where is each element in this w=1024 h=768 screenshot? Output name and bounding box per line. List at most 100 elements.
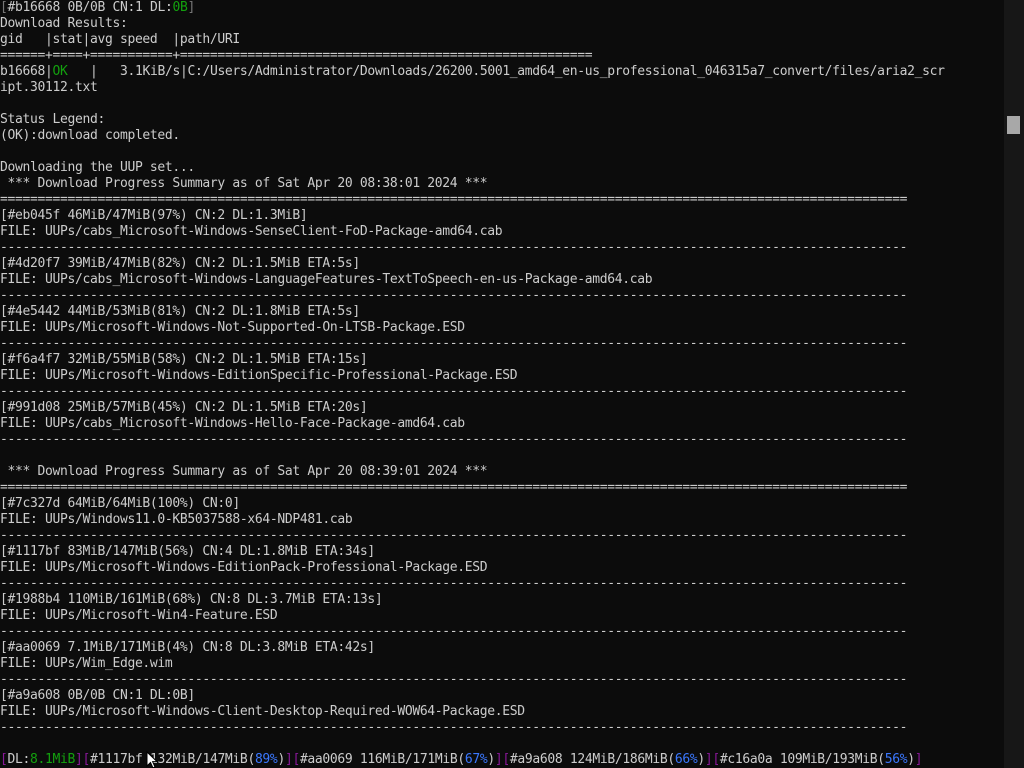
job-progress: 116MiB/171MiB	[359, 752, 458, 767]
summary-single-rule: ----------------------------------------…	[0, 432, 1004, 448]
progress-header-line: [#b16668 0B/0B CN:1 DL:0B]	[0, 0, 1004, 16]
single-rule: ----------------------------------------…	[0, 384, 908, 399]
text-segment: (	[457, 752, 465, 767]
download-item-status: [#eb045f 46MiB/47MiB(97%) CN:2 DL:1.3MiB…	[0, 208, 1004, 224]
summary-single-rule: ----------------------------------------…	[0, 672, 1004, 688]
summary-double-rule: ========================================…	[0, 480, 1004, 496]
connections: CN:1	[112, 0, 143, 15]
legend-ok-text: (OK):download completed.	[0, 128, 180, 143]
bracket-open: [	[82, 752, 90, 767]
status-dl-value: 8.1MiB	[30, 752, 75, 767]
text-segment	[352, 752, 360, 767]
item-file: FILE: UUPs/Microsoft-Windows-EditionSpec…	[0, 368, 518, 383]
single-rule: ----------------------------------------…	[0, 288, 908, 303]
download-item-status: [#1988b4 110MiB/161MiB(68%) CN:8 DL:3.7M…	[0, 592, 1004, 608]
summary-single-rule: ----------------------------------------…	[0, 240, 1004, 256]
download-item-file: FILE: UUPs/cabs_Microsoft-Windows-Hello-…	[0, 416, 1004, 432]
scrollbar-thumb[interactable]	[1007, 116, 1020, 134]
item-status: [#991d08 25MiB/57MiB(45%) CN:2 DL:1.5MiB…	[0, 400, 368, 415]
summary-double-rule: ========================================…	[0, 192, 1004, 208]
separator-text: ======+====+===========+================…	[0, 48, 593, 63]
bracket-close: ]	[914, 752, 923, 767]
vertical-scrollbar[interactable]	[1004, 0, 1024, 768]
bracket-open: [	[712, 752, 720, 767]
job-progress: 132MiB/147MiB	[149, 752, 248, 767]
single-rule: ----------------------------------------…	[0, 336, 908, 351]
text-segment: )	[487, 752, 495, 767]
text-segment: (	[667, 752, 675, 767]
download-item-status: [#f6a4f7 32MiB/55MiB(58%) CN:2 DL:1.5MiB…	[0, 352, 1004, 368]
item-status: [#4d20f7 39MiB/47MiB(82%) CN:2 DL:1.5MiB…	[0, 256, 360, 271]
item-file: FILE: UUPs/Wim_Edge.wim	[0, 656, 173, 671]
results-row-wrap: ipt.30112.txt	[0, 80, 1004, 96]
results-columns-text: gid |stat|avg speed |path/URI	[0, 32, 240, 47]
bracket-close: ]	[187, 0, 195, 15]
item-status: [#aa0069 7.1MiB/171MiB(4%) CN:8 DL:3.8Mi…	[0, 640, 375, 655]
download-item-file: FILE: UUPs/Microsoft-Win4-Feature.ESD	[0, 608, 1004, 624]
item-file: FILE: UUPs/cabs_Microsoft-Windows-SenseC…	[0, 224, 503, 239]
download-item-status: [#991d08 25MiB/57MiB(45%) CN:2 DL:1.5MiB…	[0, 400, 1004, 416]
download-item-file: FILE: UUPs/cabs_Microsoft-Windows-Langua…	[0, 272, 1004, 288]
results-title: Download Results:	[0, 16, 1004, 32]
text-segment	[142, 0, 150, 15]
item-status: [#4e5442 44MiB/53MiB(81%) CN:2 DL:1.8MiB…	[0, 304, 360, 319]
download-item-status: [#aa0069 7.1MiB/171MiB(4%) CN:8 DL:3.8Mi…	[0, 640, 1004, 656]
single-rule: ----------------------------------------…	[0, 624, 908, 639]
item-status: [#7c327d 64MiB/64MiB(100%) CN:0]	[0, 496, 240, 511]
job-percent: 56%	[884, 752, 908, 767]
double-rule: ========================================…	[0, 480, 908, 495]
gid: b16668	[15, 0, 60, 15]
summary-single-rule: ----------------------------------------…	[0, 720, 1004, 736]
summary-title: *** Download Progress Summary as of Sat …	[0, 464, 1004, 480]
download-item-status: [#1117bf 83MiB/147MiB(56%) CN:4 DL:1.8Mi…	[0, 544, 1004, 560]
text-segment: )	[277, 752, 285, 767]
legend-title: Status Legend:	[0, 112, 1004, 128]
item-file: FILE: UUPs/Microsoft-Windows-EditionPack…	[0, 560, 488, 575]
download-item-status: [#a9a608 0B/0B CN:1 DL:0B]	[0, 688, 1004, 704]
result-path: C:/Users/Administrator/Downloads/26200.5…	[187, 64, 945, 79]
bracket-open: [	[0, 752, 8, 767]
summary-title-text: *** Download Progress Summary as of Sat …	[0, 176, 488, 191]
job-progress: 124MiB/186MiB	[569, 752, 668, 767]
results-row: b16668|OK | 3.1KiB/s|C:/Users/Administra…	[0, 64, 1004, 80]
download-item-file: FILE: UUPs/Microsoft-Windows-Not-Support…	[0, 320, 1004, 336]
item-status: [#1988b4 110MiB/161MiB(68%) CN:8 DL:3.7M…	[0, 592, 383, 607]
gid-hash: #	[7, 0, 16, 15]
download-item-file: FILE: UUPs/cabs_Microsoft-Windows-SenseC…	[0, 224, 1004, 240]
download-item-file: FILE: UUPs/Windows11.0-KB5037588-x64-NDP…	[0, 512, 1004, 528]
item-file: FILE: UUPs/cabs_Microsoft-Windows-Hello-…	[0, 416, 465, 431]
text-segment: )	[697, 752, 705, 767]
summary-single-rule: ----------------------------------------…	[0, 624, 1004, 640]
results-separator: ======+====+===========+================…	[0, 48, 1004, 64]
job-progress: 109MiB/193MiB	[779, 752, 878, 767]
results-title-text: Download Results:	[0, 16, 128, 31]
mouse-pointer-icon	[146, 751, 158, 768]
console-window[interactable]: [#b16668 0B/0B CN:1 DL:0B] Download Resul…	[0, 0, 1024, 768]
dl-label: DL:	[149, 0, 173, 15]
single-rule: ----------------------------------------…	[0, 240, 908, 255]
download-item-file: FILE: UUPs/Wim_Edge.wim	[0, 656, 1004, 672]
job-gid: #c16a0a	[719, 752, 773, 767]
summary-single-rule: ----------------------------------------…	[0, 576, 1004, 592]
text-segment	[772, 752, 780, 767]
result-speed: 3.1KiB/s	[119, 64, 180, 79]
summary-single-rule: ----------------------------------------…	[0, 336, 1004, 352]
console-output: [#b16668 0B/0B CN:1 DL:0B] Download Resul…	[0, 0, 1004, 768]
legend-ok: (OK):download completed.	[0, 128, 1004, 144]
single-rule: ----------------------------------------…	[0, 528, 908, 543]
job-gid: #aa0069	[299, 752, 353, 767]
item-file: FILE: UUPs/Microsoft-Windows-Client-Desk…	[0, 704, 525, 719]
item-file: FILE: UUPs/Microsoft-Win4-Feature.ESD	[0, 608, 278, 623]
item-file: FILE: UUPs/Microsoft-Windows-Not-Support…	[0, 320, 465, 335]
bracket-open: [	[502, 752, 510, 767]
job-gid: #1117bf	[89, 752, 143, 767]
results-columns: gid |stat|avg speed |path/URI	[0, 32, 1004, 48]
job-percent: 66%	[674, 752, 698, 767]
single-rule: ----------------------------------------…	[0, 576, 908, 591]
legend-title-text: Status Legend:	[0, 112, 105, 127]
text-segment: (	[877, 752, 885, 767]
item-status: [#f6a4f7 32MiB/55MiB(58%) CN:2 DL:1.5MiB…	[0, 352, 368, 367]
text-segment: )	[907, 752, 915, 767]
job-gid: #a9a608	[509, 752, 563, 767]
item-file: FILE: UUPs/cabs_Microsoft-Windows-Langua…	[0, 272, 653, 287]
